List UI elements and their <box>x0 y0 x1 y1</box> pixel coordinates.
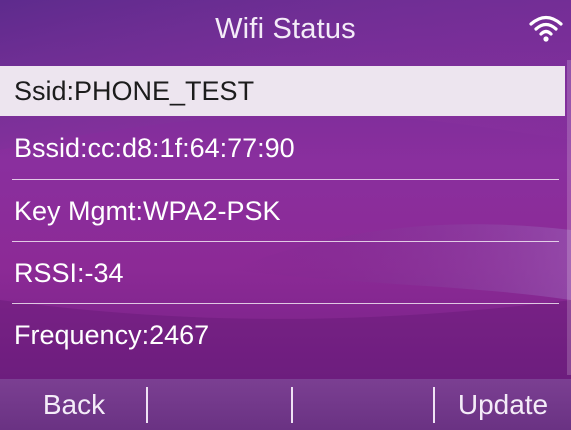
title-bar: Wifi Status <box>0 0 571 58</box>
back-label: Back <box>42 388 106 420</box>
wifi-signal-icon <box>529 15 563 42</box>
softkey-bar: Back Update <box>0 379 571 430</box>
page-title: Wifi Status <box>215 12 356 45</box>
back-softkey[interactable]: Back <box>0 379 148 430</box>
phone-screen: Wifi Status Ssid:PHONE_TEST Bssid:cc:d8:… <box>0 0 571 430</box>
rssi-label: RSSI:-34 <box>14 257 124 288</box>
list-item-frequency[interactable]: Frequency:2467 <box>0 304 571 366</box>
list-item-bssid[interactable]: Bssid:cc:d8:1f:64:77:90 <box>0 116 571 180</box>
list-item-ssid[interactable]: Ssid:PHONE_TEST <box>0 66 565 116</box>
key-mgmt-label: Key Mgmt:WPA2-PSK <box>14 195 281 226</box>
list-item-key-mgmt[interactable]: Key Mgmt:WPA2-PSK <box>0 180 571 242</box>
list-item-rssi[interactable]: RSSI:-34 <box>0 242 571 304</box>
update-softkey[interactable]: Update <box>435 379 571 430</box>
softkey-2[interactable] <box>148 379 293 430</box>
softkey-3[interactable] <box>293 379 435 430</box>
bssid-label: Bssid:cc:d8:1f:64:77:90 <box>14 132 295 163</box>
ssid-label: Ssid:PHONE_TEST <box>14 75 255 106</box>
update-label: Update <box>457 388 549 420</box>
frequency-label: Frequency:2467 <box>14 319 210 350</box>
wifi-status-list: Ssid:PHONE_TEST Bssid:cc:d8:1f:64:77:90 … <box>0 66 571 366</box>
